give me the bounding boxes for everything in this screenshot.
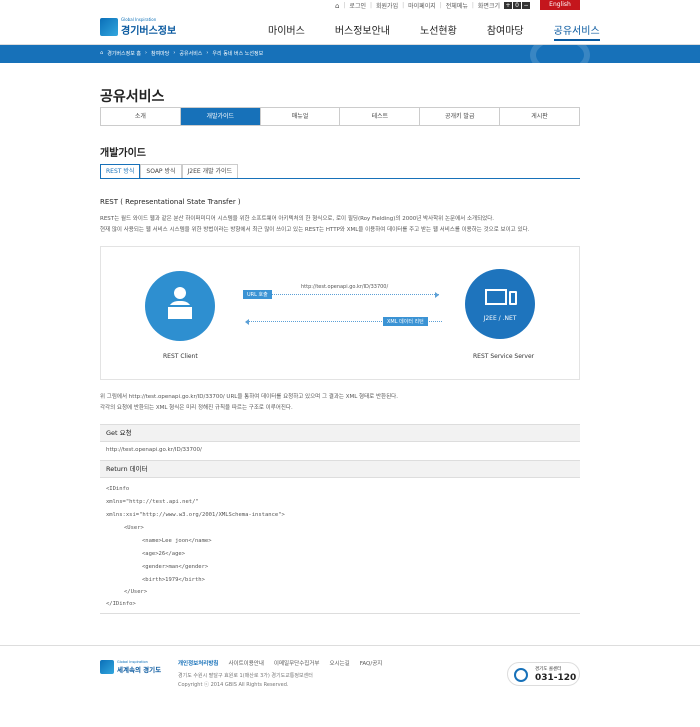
breadcrumb-band: ⌂ 경기버스정보 홈 › 참여마당 › 공유서비스 › 우리 동네 버스 노선정… [0,45,700,63]
client-caption: REST Client [163,353,198,360]
faq-link[interactable]: FAQ/공지 [360,659,383,667]
server-platform-label: J2EE / .NET [483,315,517,322]
request-arrow [243,292,439,298]
site-logo[interactable]: Global Inspiration 경기버스정보 [100,17,176,37]
call-center-number: 031-120 [535,673,577,683]
email-refusal-link[interactable]: 이메일무단수집거부 [274,659,320,667]
breadcrumb-item[interactable]: 공유서비스 [179,50,202,57]
return-data-heading: Return 데이터 [100,460,580,478]
directions-link[interactable]: 오시는길 [329,659,349,667]
rest-diagram: J2EE / .NET http://test.openapi.go.kr/ID… [100,246,580,380]
utility-links: ⌂ | 로그인 | 회원가입 | 마이페이지 | 전체메뉴 | 화면크기 + 0… [334,1,530,10]
english-button[interactable]: English [540,0,580,10]
nav-businfo[interactable]: 버스정보안내 [335,22,390,41]
call-center-label: 경기도 콜센터 [535,667,562,672]
mobile-icon [509,291,517,305]
tab-test[interactable]: 테스트 [340,108,421,125]
tab-public-key[interactable]: 공개키 발급 [420,108,501,125]
request-url-text: http://test.openapi.go.kr/ID/33700/ [301,284,389,290]
main-nav: 마이버스 버스정보안내 노선현황 참여마당 공유서비스 [268,22,630,41]
section-title: 개발가이드 [100,148,146,159]
breadcrumb-item[interactable]: 우리 동네 버스 노선정보 [212,50,263,57]
url-call-badge: URL 호출 [243,290,272,299]
page-title: 공유서비스 [100,89,165,105]
server-caption: REST Service Server [473,353,535,360]
nav-shared-service[interactable]: 공유서비스 [553,22,600,41]
logo-mark-icon [100,18,118,36]
breadcrumb: ⌂ 경기버스정보 홈 › 참여마당 › 공유서비스 › 우리 동네 버스 노선정… [100,50,264,57]
xml-return-badge: XML 데이터 리턴 [383,317,428,326]
logo-title: 경기버스정보 [121,26,177,37]
server-circle: J2EE / .NET [465,269,535,339]
get-request-heading: Get 요청 [100,424,580,442]
font-size-controls: + 0 − [504,2,530,9]
tab-board[interactable]: 게시판 [500,108,579,125]
home-icon[interactable]: ⌂ [335,2,339,10]
all-menu-link[interactable]: 전체메뉴 [446,1,468,10]
breadcrumb-item[interactable]: 참여마당 [151,50,169,57]
footer-address: 경기도 수원시 팔달구 효원로 1(매산로 3가) 경기도교통정보센터 Copy… [178,673,313,688]
subtab-rest[interactable]: REST 방식 [100,164,141,178]
rest-description: REST는 월드 와이드 웹과 같은 분산 하이퍼미디어 시스템을 위한 소프트… [100,216,530,233]
tab-manual[interactable]: 매뉴얼 [261,108,341,125]
tab-intro[interactable]: 소개 [101,108,181,125]
monitor-icon [485,289,507,305]
font-reset-button[interactable]: 0 [513,2,521,9]
site-guide-link[interactable]: 사이트이용안내 [228,659,263,667]
call-center-badge: 경기도 콜센터 031-120 [507,662,580,686]
privacy-policy-link[interactable]: 개인정보처리방침 [178,659,218,667]
sub-tabs: REST 방식 SOAP 방식 J2EE 개발 가이드 [100,164,580,179]
diagram-explanation: 위 그림에서 http://test.openapi.go.kr/ID/3370… [100,394,398,411]
home-icon[interactable]: ⌂ [100,50,103,57]
get-request-url: http://test.openapi.go.kr/ID/33700/ [106,447,202,453]
phone-icon [514,668,528,682]
font-plus-button[interactable]: + [504,2,512,9]
nav-routes[interactable]: 노선현황 [420,22,457,41]
signup-link[interactable]: 회원가입 [376,1,398,10]
footer-divider [0,645,700,646]
english-label: English [549,1,571,8]
subtab-j2ee[interactable]: J2EE 개발 가이드 [181,164,239,178]
footer-logo: Global Inspiration 세계속의 경기도 [100,660,161,674]
mypage-link[interactable]: 마이페이지 [408,1,436,10]
footer-links: 개인정보처리방침 사이트이용안내 이메일무단수집거부 오시는길 FAQ/공지 [178,659,382,667]
return-xml-code: <IDinfo xmlns="http://test.api.net/" xml… [100,478,580,614]
laptop-icon [166,305,194,321]
rest-heading: REST ( Representational State Transfer ) [100,198,241,206]
subtab-soap[interactable]: SOAP 방식 [140,164,182,178]
header: Global Inspiration 경기버스정보 마이버스 버스정보안내 노선… [0,10,700,45]
login-link[interactable]: 로그인 [349,1,366,10]
utility-bar: ⌂ | 로그인 | 회원가입 | 마이페이지 | 전체메뉴 | 화면크기 + 0… [0,0,700,10]
font-minus-button[interactable]: − [522,2,530,9]
breadcrumb-item[interactable]: 경기버스정보 홈 [107,50,141,57]
tab-dev-guide[interactable]: 개발가이드 [180,108,261,125]
font-size-label: 화면크기 [477,3,500,10]
person-icon [174,287,186,299]
main-tabs: 소개 개발가이드 매뉴얼 테스트 공개키 발급 게시판 [100,107,580,126]
client-circle [145,271,215,341]
nav-mybus[interactable]: 마이버스 [268,22,305,41]
footer-logo-icon [100,660,114,674]
nav-participation[interactable]: 참여마당 [487,22,524,41]
